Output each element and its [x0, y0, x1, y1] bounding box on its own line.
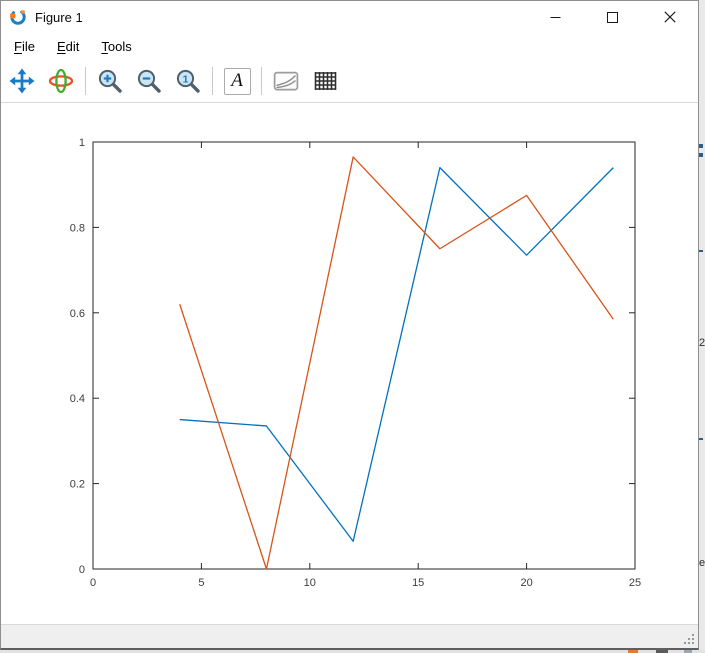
toolbar-separator [85, 67, 86, 95]
toolbar-separator [261, 67, 262, 95]
window-title: Figure 1 [35, 10, 83, 25]
close-button[interactable] [641, 1, 698, 33]
zoom-original-icon: 1 [175, 68, 201, 94]
clipped-glyph-fragment [699, 144, 703, 148]
zoom-out-icon [136, 68, 162, 94]
zoom-in-button[interactable] [95, 65, 125, 97]
menu-bar: File Edit Tools [1, 33, 698, 60]
axes-icon [273, 68, 299, 94]
zoom-in-icon [97, 68, 123, 94]
close-icon [664, 11, 676, 23]
y-tick-label: 0.4 [70, 393, 85, 405]
x-tick-label: 20 [520, 577, 532, 589]
series-blue [180, 168, 614, 542]
figure-canvas: 0 5 10 15 20 25 0 0.2 0.4 0.6 0.8 1 [1, 103, 698, 623]
octave-logo-icon [9, 8, 27, 26]
figure-plot[interactable]: 0 5 10 15 20 25 0 0.2 0.4 0.6 0.8 1 [1, 103, 698, 623]
x-tick-label: 15 [412, 577, 424, 589]
clipped-glyph-fragment [699, 153, 703, 157]
menu-edit[interactable]: Edit [46, 35, 90, 58]
toolbar-separator [212, 67, 213, 95]
maximize-button[interactable] [584, 1, 641, 33]
clipped-glyph-fragment: e [699, 557, 705, 569]
clipped-glyph-fragment [699, 250, 703, 252]
y-tick-label: 0.8 [70, 222, 85, 234]
minimize-button[interactable] [527, 1, 584, 33]
zoom-original-button[interactable]: 1 [173, 65, 203, 97]
y-tick-label: 0.6 [70, 308, 85, 320]
menu-tools[interactable]: Tools [90, 35, 142, 58]
toggle-grid-button[interactable] [310, 65, 340, 97]
pan-icon [9, 68, 35, 94]
x-tick-label: 25 [629, 577, 641, 589]
background-sliver-right: 2 e [699, 0, 705, 653]
y-tick-label: 0.2 [70, 479, 85, 491]
x-tick-label: 5 [198, 577, 204, 589]
plot-box [93, 142, 635, 569]
toggle-axes-button[interactable] [271, 65, 301, 97]
y-tick-label: 1 [79, 137, 85, 149]
clipped-glyph-fragment [699, 438, 703, 440]
grid-icon [312, 68, 338, 94]
zoom-one-glyph: 1 [183, 73, 189, 85]
text-tool-icon: A [224, 68, 251, 95]
x-tick-label: 10 [304, 577, 316, 589]
zoom-out-button[interactable] [134, 65, 164, 97]
x-tick-label: 0 [90, 577, 96, 589]
insert-text-button[interactable]: A [222, 65, 252, 97]
menu-file[interactable]: File [3, 35, 46, 58]
minimize-icon [550, 12, 561, 23]
status-bar [1, 624, 698, 648]
title-bar[interactable]: Figure 1 [1, 1, 698, 33]
toolbar: 1 A [1, 60, 698, 103]
pan-tool-button[interactable] [7, 65, 37, 97]
maximize-icon [607, 12, 618, 23]
resize-grip-icon[interactable] [682, 632, 696, 646]
y-tick-label: 0 [79, 564, 85, 576]
series-orange [180, 157, 614, 569]
rotate-tool-button[interactable] [46, 65, 76, 97]
rotate-3d-icon [48, 68, 74, 94]
clipped-glyph-fragment: 2 [699, 337, 705, 349]
figure-window: Figure 1 File Edit Tools [0, 0, 699, 650]
caption-buttons [527, 1, 698, 33]
